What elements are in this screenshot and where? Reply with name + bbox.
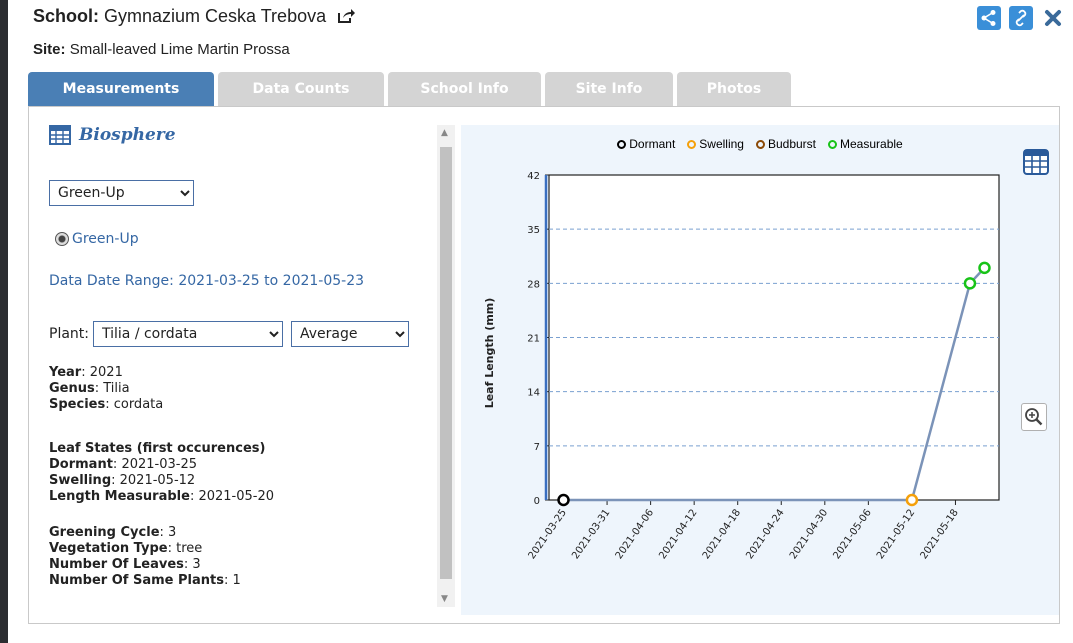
x-tick-label: 2021-04-18 xyxy=(701,507,743,561)
x-tick-label: 2021-05-12 xyxy=(875,507,917,561)
genus-value: Tilia xyxy=(103,381,130,396)
year-value: 2021 xyxy=(89,365,123,380)
data-point-swelling xyxy=(905,493,919,507)
plant-row: Plant: Tilia / cordata Average xyxy=(49,321,409,347)
external-link-icon[interactable] xyxy=(337,8,356,29)
tab-site-info[interactable]: Site Info xyxy=(545,72,673,106)
y-tick-label: 7 xyxy=(534,442,540,453)
school-name: Gymnazium Ceska Trebova xyxy=(104,6,327,26)
species-label: Species xyxy=(49,397,106,412)
green-up-radio[interactable]: Green-Up xyxy=(55,231,139,247)
data-date-range: Data Date Range: 2021-03-25 to 2021-05-2… xyxy=(49,273,364,289)
site-info-panel: School: Gymnazium Ceska Trebova Site: Sm… xyxy=(8,0,1073,643)
cycle-label: Greening Cycle xyxy=(49,525,160,540)
y-axis-label: Leaf Length (mm) xyxy=(483,298,496,409)
tab-measurements[interactable]: Measurements xyxy=(28,72,214,106)
plant-info: Year: 2021 Genus: Tilia Species: cordata xyxy=(49,365,164,412)
scrollbar-thumb[interactable] xyxy=(440,147,452,579)
y-tick-label: 28 xyxy=(527,279,540,290)
site-heading: Site: Small-leaved Lime Martin Prossa xyxy=(33,41,290,58)
range-value[interactable]: 2021-03-25 to 2021-05-23 xyxy=(178,273,364,289)
tab-content: Biosphere Green-Up Green-Up Data Date Ra… xyxy=(28,106,1060,624)
data-point-measurable xyxy=(978,261,991,275)
measurable-value: 2021-05-20 xyxy=(198,489,275,504)
sidebar-scrollbar[interactable]: ▲ ▼ xyxy=(437,125,455,607)
zoom-in-button[interactable] xyxy=(1021,403,1047,431)
aggregate-select[interactable]: Average xyxy=(291,321,409,347)
x-tick-label: 2021-03-25 xyxy=(527,507,569,561)
x-tick-label: 2021-04-24 xyxy=(744,507,786,561)
radio-button[interactable] xyxy=(55,232,69,246)
tab-bar: Measurements Data Counts School Info Sit… xyxy=(28,72,795,106)
x-tick-label: 2021-04-06 xyxy=(614,507,656,561)
protocol-select-wrap: Green-Up xyxy=(49,180,194,206)
y-tick-label: 42 xyxy=(527,171,540,182)
swelling-label: Swelling xyxy=(49,473,112,488)
data-point-measurable xyxy=(963,277,977,290)
table-icon xyxy=(49,125,71,145)
link-icon[interactable] xyxy=(1009,6,1033,30)
veg-label: Vegetation Type xyxy=(49,541,168,556)
leaf-length-chart: Leaf Length (mm) 0714212835422021-03-25 2… xyxy=(483,171,1000,561)
dormant-label: Dormant xyxy=(49,457,113,472)
chart-container: Dormant Swelling Budburst Measurable Lea… xyxy=(461,125,1059,615)
y-tick-label: 35 xyxy=(527,225,540,236)
zoom-in-icon xyxy=(1025,408,1043,426)
scroll-up-icon[interactable]: ▲ xyxy=(441,128,448,138)
radio-label: Green-Up xyxy=(72,231,139,247)
range-label: Data Date Range: xyxy=(49,273,174,289)
scroll-down-icon[interactable]: ▼ xyxy=(441,594,448,604)
y-tick-label: 0 xyxy=(534,496,540,507)
protocol-link[interactable]: Biosphere xyxy=(49,125,449,145)
y-tick-label: 21 xyxy=(527,334,540,345)
x-tick-label: 2021-03-31 xyxy=(570,507,612,561)
site-name: Small-leaved Lime Martin Prossa xyxy=(69,41,290,58)
cycle-value: 3 xyxy=(168,525,177,540)
leaf-states-title: Leaf States (first occurences) xyxy=(49,441,266,456)
x-tick-label: 2021-05-18 xyxy=(919,507,961,561)
dormant-value: 2021-03-25 xyxy=(121,457,197,472)
school-label: School: xyxy=(33,6,99,26)
same-label: Number Of Same Plants xyxy=(49,573,224,588)
data-point-dormant xyxy=(557,493,570,507)
swelling-value: 2021-05-12 xyxy=(119,473,196,488)
tab-data-counts[interactable]: Data Counts xyxy=(218,72,384,106)
protocol-title: Biosphere xyxy=(79,125,176,145)
leaves-value: 3 xyxy=(192,557,201,572)
leaves-label: Number Of Leaves xyxy=(49,557,184,572)
protocol-select[interactable]: Green-Up xyxy=(49,180,194,206)
close-icon[interactable] xyxy=(1041,6,1065,30)
measurable-label: Length Measurable xyxy=(49,489,190,504)
same-value: 1 xyxy=(232,573,241,588)
x-tick-label: 2021-05-06 xyxy=(831,507,873,561)
year-label: Year xyxy=(49,365,82,380)
tab-school-info[interactable]: School Info xyxy=(388,72,541,106)
veg-value: tree xyxy=(176,541,203,556)
table-view-button[interactable] xyxy=(1023,149,1049,175)
tab-photos[interactable]: Photos xyxy=(677,72,791,106)
x-tick-label: 2021-04-12 xyxy=(657,507,699,561)
table-icon xyxy=(1023,149,1049,175)
plant-label: Plant: xyxy=(49,326,89,342)
protocol-sidebar: Biosphere Green-Up Green-Up Data Date Ra… xyxy=(49,125,449,615)
share-icon[interactable] xyxy=(977,6,1001,30)
plant-select[interactable]: Tilia / cordata xyxy=(93,321,283,347)
y-tick-label: 14 xyxy=(527,388,540,399)
species-value: cordata xyxy=(113,397,164,412)
x-tick-label: 2021-04-30 xyxy=(788,507,830,561)
cycle-info: Greening Cycle: 3 Vegetation Type: tree … xyxy=(49,525,241,588)
leaf-states: Leaf States (first occurences) Dormant: … xyxy=(49,441,275,504)
school-heading: School: Gymnazium Ceska Trebova xyxy=(33,6,356,29)
genus-label: Genus xyxy=(49,381,95,396)
site-label: Site: xyxy=(33,41,66,58)
top-actions xyxy=(977,6,1065,30)
